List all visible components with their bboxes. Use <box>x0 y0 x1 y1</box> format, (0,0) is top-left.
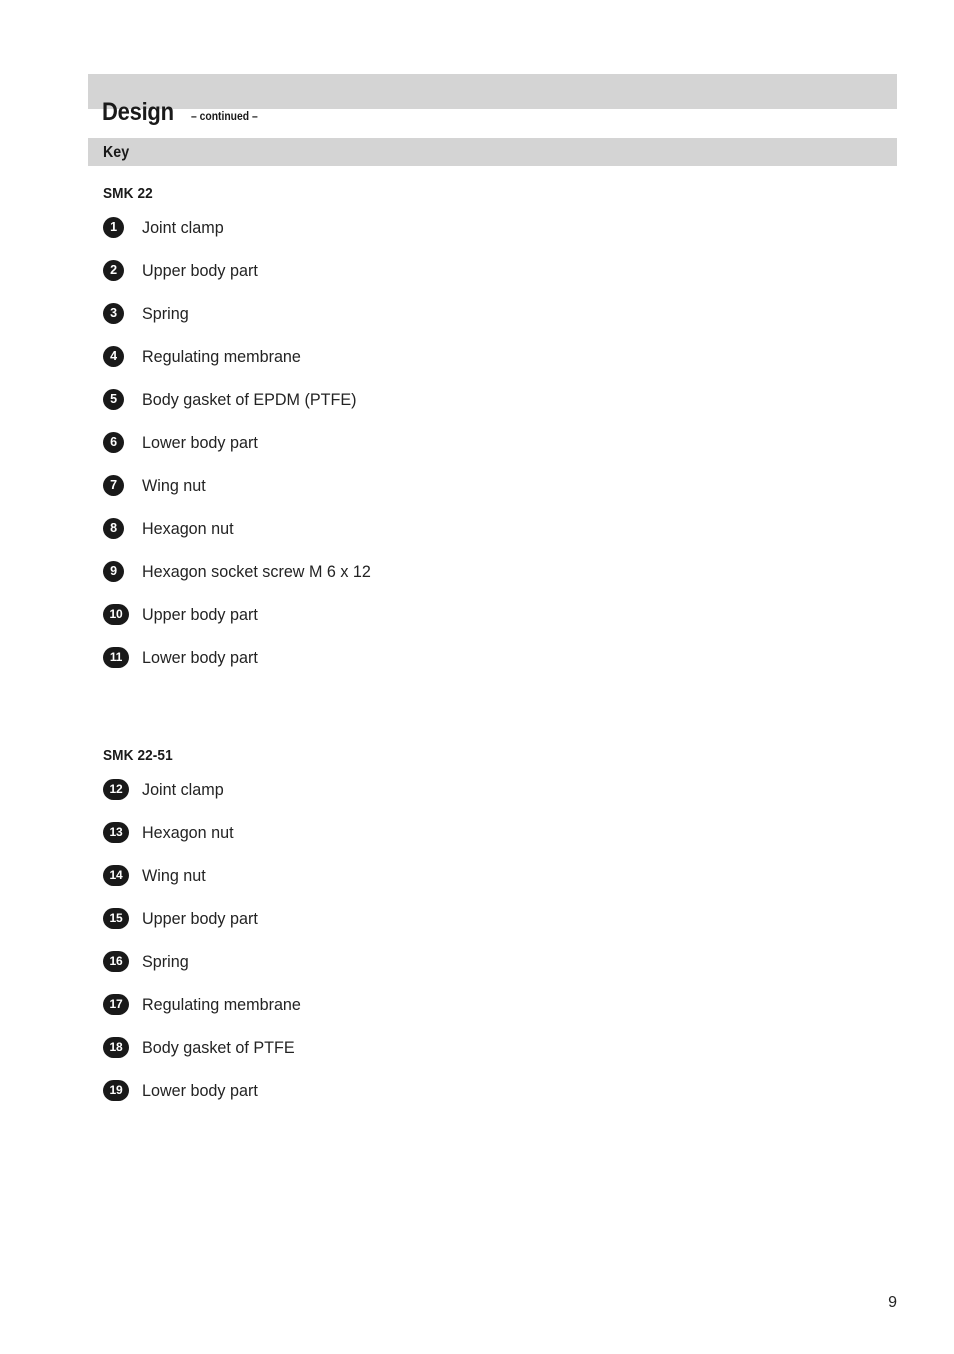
callout-number-badge: 13 <box>103 822 129 843</box>
callout-number-badge: 3 <box>103 303 124 324</box>
key-group-heading: SMK 22-51 <box>103 748 173 764</box>
key-list-item-label: Regulating membrane <box>142 346 301 366</box>
key-list-item-label: Lower body part <box>142 432 258 452</box>
key-list-item: 2 Upper body part <box>103 249 383 292</box>
key-list-item: 12 Joint clamp <box>103 768 309 811</box>
key-list-item-label: Wing nut <box>142 865 206 885</box>
key-list-item: 18 Body gasket of PTFE <box>103 1026 309 1069</box>
key-list-item: 4 Regulating membrane <box>103 335 383 378</box>
callout-number-badge: 16 <box>103 951 129 972</box>
callout-number-badge: 15 <box>103 908 129 929</box>
key-list-item-label: Upper body part <box>142 604 258 624</box>
page-number: 9 <box>888 1294 897 1311</box>
callout-number-badge: 10 <box>103 604 129 625</box>
key-list-item: 11 Lower body part <box>103 636 383 679</box>
callout-number-badge: 2 <box>103 260 124 281</box>
key-list-item-label: Upper body part <box>142 908 258 928</box>
key-list-item-label: Hexagon nut <box>142 822 234 842</box>
key-list-item: 13 Hexagon nut <box>103 811 309 854</box>
key-list-item-label: Hexagon socket screw M 6 x 12 <box>142 561 371 581</box>
callout-number-badge: 1 <box>103 217 124 238</box>
key-list-item-label: Spring <box>142 951 189 971</box>
callout-number-badge: 6 <box>103 432 124 453</box>
key-list-item-label: Spring <box>142 303 189 323</box>
key-list-item-label: Regulating membrane <box>142 994 301 1014</box>
key-list-item: 16 Spring <box>103 940 309 983</box>
key-list-item: 7 Wing nut <box>103 464 383 507</box>
key-list-item: 10 Upper body part <box>103 593 383 636</box>
key-list-item: 14 Wing nut <box>103 854 309 897</box>
key-list-item: 3 Spring <box>103 292 383 335</box>
callout-number-badge: 19 <box>103 1080 129 1101</box>
callout-number-badge: 14 <box>103 865 129 886</box>
section-header-design: Design – continued – <box>88 74 897 125</box>
key-list-item-label: Body gasket of PTFE <box>142 1037 295 1057</box>
key-list-item-label: Wing nut <box>142 475 206 495</box>
callout-number-badge: 9 <box>103 561 124 582</box>
callout-number-badge: 8 <box>103 518 124 539</box>
key-group-heading: SMK 22 <box>103 186 153 202</box>
key-list-item-label: Lower body part <box>142 1080 258 1100</box>
key-list-item-label: Hexagon nut <box>142 518 234 538</box>
key-list-item-label: Body gasket of EPDM (PTFE) <box>142 389 357 409</box>
key-list-item-label: Lower body part <box>142 647 258 667</box>
callout-number-badge: 5 <box>103 389 124 410</box>
callout-number-badge: 7 <box>103 475 124 496</box>
key-list-item: 5 Body gasket of EPDM (PTFE) <box>103 378 383 421</box>
key-group-smk-22-51: SMK 22-51 12 Joint clamp 13 Hexagon nut 14 Win… <box>103 748 309 1112</box>
callout-number-badge: 11 <box>103 647 129 668</box>
callout-number-badge: 17 <box>103 994 129 1015</box>
key-list-item: 9 Hexagon socket screw M 6 x 12 <box>103 550 383 593</box>
section-header-key: Key <box>88 138 897 166</box>
key-list-item-label: Upper body part <box>142 260 258 280</box>
callout-number-badge: 4 <box>103 346 124 367</box>
callout-number-badge: 18 <box>103 1037 129 1058</box>
key-list-item-label: Joint clamp <box>142 779 224 799</box>
key-group-smk-22: SMK 22 1 Joint clamp 2 Upper body part 3 Sprin… <box>103 186 383 679</box>
page-title-continued-note: – continued – <box>190 111 258 123</box>
key-list-item: 19 Lower body part <box>103 1069 309 1112</box>
page-title: Design <box>102 98 174 126</box>
key-list-item: 6 Lower body part <box>103 421 383 464</box>
key-list-item: 1 Joint clamp <box>103 206 383 249</box>
callout-number-badge: 12 <box>103 779 129 800</box>
key-section-label: Key <box>103 144 130 161</box>
key-list-item-label: Joint clamp <box>142 217 224 237</box>
key-list-item: 15 Upper body part <box>103 897 309 940</box>
document-page: Design – continued – Key SMK 22 1 Joint cl… <box>0 0 954 1354</box>
key-list-item: 8 Hexagon nut <box>103 507 383 550</box>
key-list-item: 17 Regulating membrane <box>103 983 309 1026</box>
